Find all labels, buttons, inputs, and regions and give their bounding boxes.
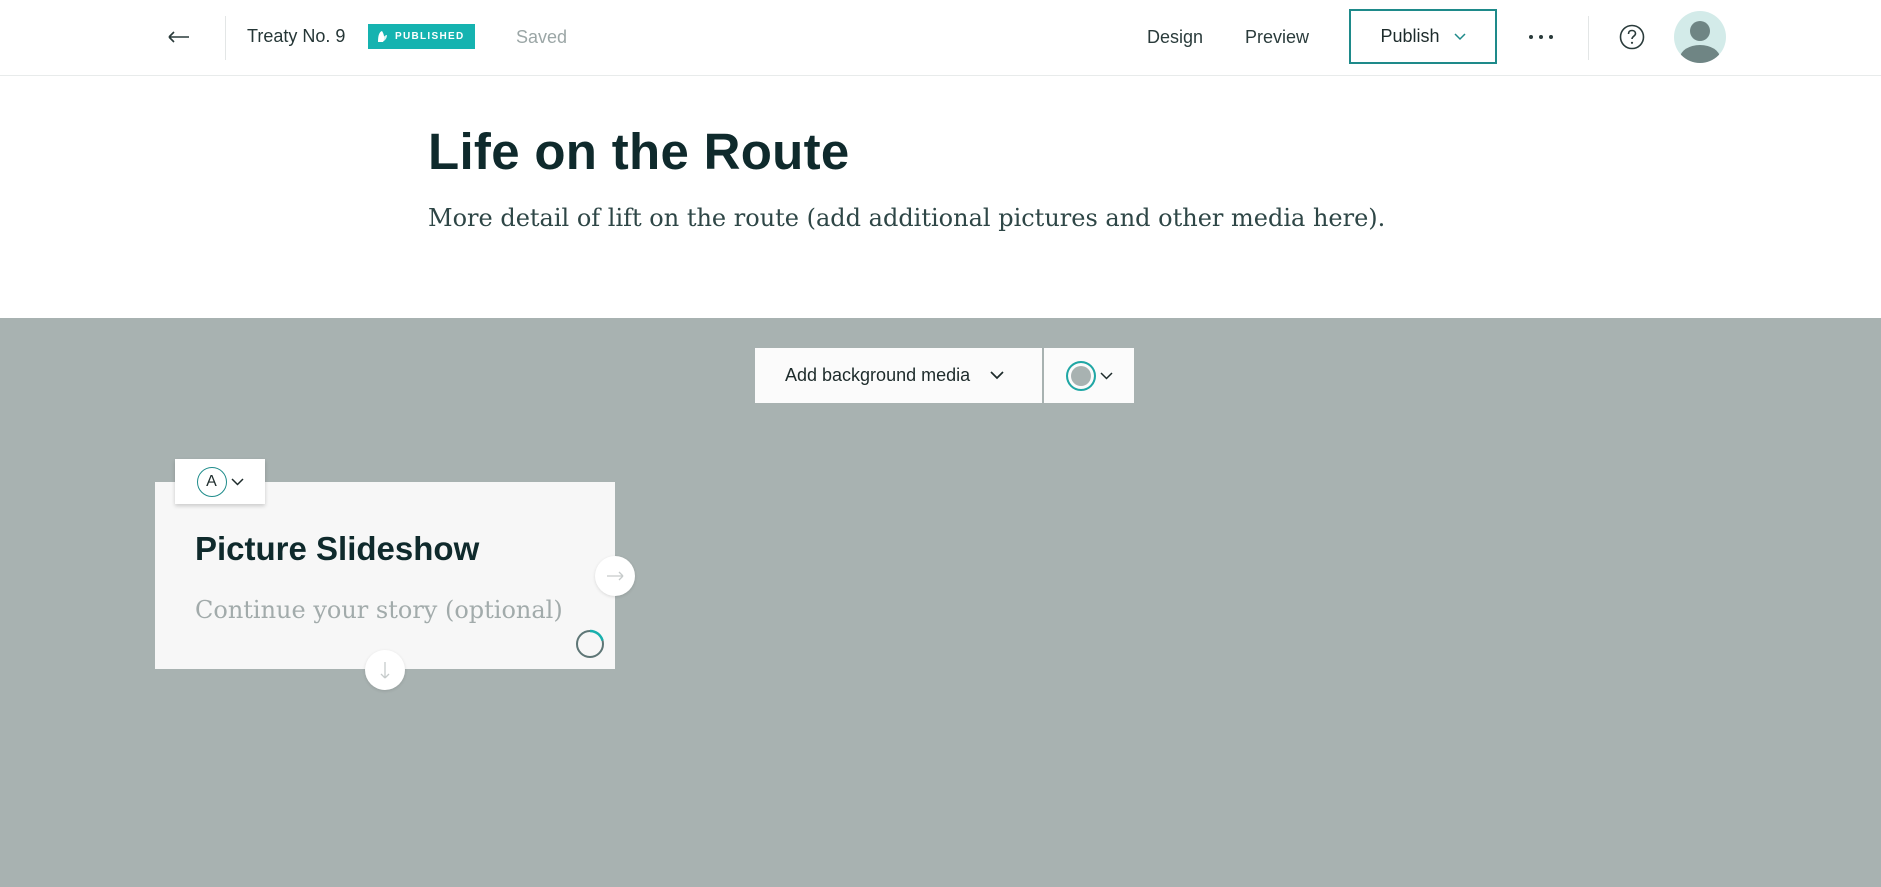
header-divider-right	[1588, 16, 1589, 60]
color-swatch	[1065, 360, 1096, 391]
spinner-icon	[576, 629, 604, 658]
chevron-down-icon	[1453, 32, 1466, 40]
top-bar: Treaty No. 9 PUBLISHED Saved Design Prev…	[0, 0, 1881, 76]
help-circle-icon	[1619, 24, 1645, 50]
chevron-down-icon	[230, 477, 244, 486]
add-background-media-button[interactable]: Add background media	[755, 348, 1042, 403]
story-title[interactable]: Treaty No. 9	[247, 26, 345, 47]
next-slide-button[interactable]	[595, 556, 635, 596]
more-horizontal-icon	[1529, 35, 1553, 39]
theme-letter-icon: A	[196, 466, 227, 497]
section-description[interactable]: More detail of lift on the route (add ad…	[428, 204, 1385, 232]
published-badge: PUBLISHED	[368, 24, 476, 49]
slideshow-card	[155, 482, 615, 669]
leaf-icon	[378, 31, 387, 42]
arrow-down-icon	[380, 662, 390, 679]
arrow-left-icon	[168, 31, 189, 43]
publish-button[interactable]: Publish	[1349, 9, 1497, 64]
card-body-input[interactable]: Continue your story (optional)	[195, 596, 563, 624]
help-button[interactable]	[1615, 20, 1649, 54]
card-title[interactable]: Picture Slideshow	[195, 530, 479, 568]
badge-label: PUBLISHED	[395, 31, 465, 42]
publish-label: Publish	[1380, 26, 1440, 46]
design-link[interactable]: Design	[1147, 27, 1203, 48]
more-options-button[interactable]	[1521, 20, 1561, 54]
user-avatar[interactable]	[1674, 11, 1726, 63]
arrow-right-icon	[607, 571, 624, 581]
header-divider	[225, 16, 226, 60]
add-below-button[interactable]	[365, 650, 405, 690]
background-media-label: Add background media	[785, 365, 971, 385]
preview-link[interactable]: Preview	[1245, 27, 1309, 48]
card-theme-button[interactable]: A	[175, 459, 265, 504]
back-button[interactable]	[158, 18, 200, 56]
background-color-button[interactable]	[1044, 348, 1134, 403]
section-title[interactable]: Life on the Route	[428, 122, 850, 181]
save-status: Saved	[516, 27, 568, 47]
chevron-down-icon	[1099, 371, 1113, 380]
chevron-down-icon	[990, 371, 1004, 380]
user-avatar-icon	[1680, 21, 1720, 63]
